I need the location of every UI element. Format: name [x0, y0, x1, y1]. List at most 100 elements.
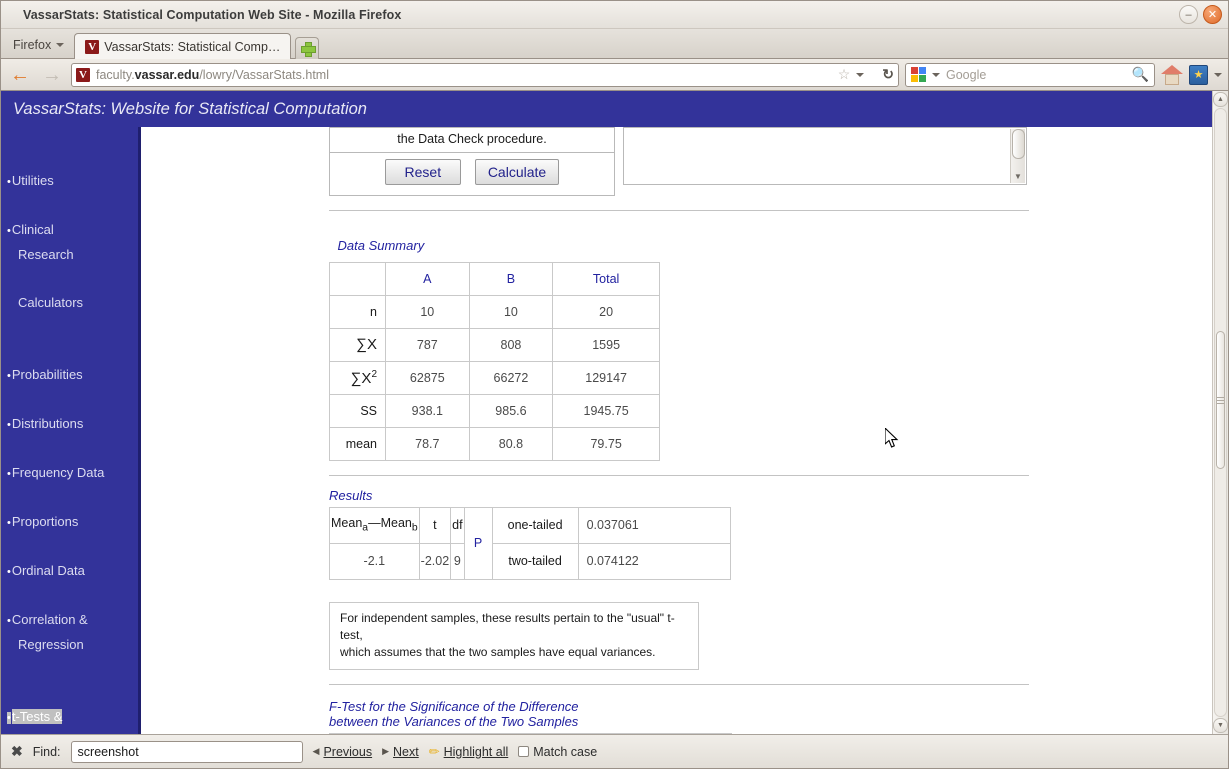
column-header-df1: df1	[329, 732, 423, 734]
sidebar-item-utilities[interactable]: •Utilities	[1, 145, 141, 194]
find-next-label: Next	[393, 744, 419, 759]
two-tailed-label: two-tailed	[491, 542, 579, 580]
form-hint-text: the Data Check procedure.	[330, 128, 614, 153]
chevron-down-icon[interactable]	[932, 72, 940, 77]
bullet-icon: •	[7, 566, 11, 578]
sidebar-item-distributions[interactable]: •Distributions	[1, 388, 141, 437]
cell-sumx2-b: 66272	[468, 360, 554, 395]
navigation-toolbar: ← → V faculty.vassar.edu/lowry/VassarSta…	[1, 59, 1228, 91]
vassar-favicon-icon: V	[85, 39, 100, 54]
cell-sumx-total: 1595	[552, 327, 660, 362]
site-banner-title: VassarStats: Website for Statistical Com…	[13, 99, 367, 118]
cell-sumx-a: 787	[385, 327, 470, 362]
sidebar-item-t-tests-procedures[interactable]: •t-Tests & •Procedures	[1, 681, 141, 734]
bullet-icon: •	[7, 370, 11, 382]
corner-cell	[329, 261, 386, 296]
cell-mean-b: 80.8	[468, 426, 554, 461]
find-next-button[interactable]: ▶ Next	[382, 745, 419, 759]
find-previous-label: Previous	[323, 744, 373, 759]
scrollbar-track[interactable]	[1214, 108, 1227, 717]
chevron-down-icon[interactable]	[856, 72, 865, 77]
find-previous-button[interactable]: ◀ Previous	[313, 745, 373, 759]
chevron-down-icon	[56, 43, 65, 47]
find-input-value: screenshot	[77, 744, 139, 759]
url-bar[interactable]: V faculty.vassar.edu/lowry/VassarStats.h…	[71, 62, 899, 87]
sidebar-item-label: Frequency Data	[11, 465, 105, 480]
form-buttons: Reset Calculate	[330, 153, 614, 195]
cell-ss-total: 1945.75	[552, 393, 660, 428]
highlighter-icon: ✏	[428, 743, 440, 759]
window-title: VassarStats: Statistical Computation Web…	[23, 7, 402, 22]
google-icon	[911, 67, 926, 82]
note-line-1: For independent samples, these results p…	[340, 610, 675, 642]
row-label-ss: SS	[329, 393, 386, 428]
page-content: VassarStats: Website for Statistical Com…	[1, 91, 1212, 734]
form-box: the Data Check procedure. Reset Calculat…	[329, 127, 615, 196]
sidebar-item-label-line2: Regression	[18, 637, 84, 652]
match-case-checkbox[interactable]: Match case	[518, 745, 597, 759]
search-bar[interactable]: Google 🔍	[905, 62, 1155, 87]
textarea-scrollbar[interactable]: ▼	[1010, 129, 1025, 183]
back-button[interactable]: ←	[7, 63, 33, 87]
browser-tab[interactable]: V VassarStats: Statistical Comp…	[74, 33, 292, 59]
column-header-a: A	[385, 261, 470, 296]
sidebar-item-label: Proportions	[11, 514, 79, 529]
sidebar-item-label: Clinical	[11, 222, 54, 237]
search-input[interactable]: Google	[946, 68, 1126, 82]
window-controls: – ✕	[1179, 5, 1222, 24]
two-tailed-value: 0.074122	[577, 542, 731, 580]
cell-sumx2-total: 129147	[552, 360, 660, 395]
data-textarea[interactable]: ▼	[623, 127, 1027, 185]
scrollbar-thumb[interactable]	[1011, 129, 1025, 159]
reset-button[interactable]: Reset	[384, 159, 461, 185]
bookmarks-icon[interactable]: ★	[1189, 64, 1208, 85]
sidebar-item-label-line3: Calculators	[18, 295, 84, 310]
scroll-down-icon[interactable]: ▼	[1014, 172, 1022, 183]
ftest-title-line-1: F-Test for the Significance of the Diffe…	[329, 698, 579, 714]
page-scrollbar[interactable]: ▲ ▼	[1212, 91, 1228, 734]
cell-mean-diff-value: -2.1	[329, 542, 420, 580]
site-identity-icon: V	[76, 67, 90, 82]
scroll-down-icon[interactable]: ▼	[1213, 718, 1228, 733]
row-label-sum-x-squared: ∑X2	[329, 360, 386, 395]
calculate-button[interactable]: Calculate	[474, 159, 560, 185]
home-icon[interactable]	[1161, 64, 1183, 85]
checkbox-icon[interactable]	[518, 746, 530, 757]
sidebar-item-clinical-research-calculators[interactable]: •Clinical Research Calculators	[1, 194, 141, 339]
cell-n-a: 10	[385, 294, 470, 329]
close-button[interactable]: ✕	[1203, 5, 1222, 24]
sidebar-item-frequency-data[interactable]: •Frequency Data	[1, 437, 141, 486]
new-tab-button[interactable]	[295, 37, 320, 59]
sidebar-item-proportions[interactable]: •Proportions	[1, 486, 141, 535]
highlight-all-button[interactable]: ✏ Highlight all	[429, 744, 509, 760]
forward-button[interactable]: →	[39, 63, 65, 87]
bookmark-star-icon[interactable]: ☆	[838, 66, 851, 83]
results-table: Meana—Meanb t df P one-tailed 0.037061 -…	[329, 506, 731, 580]
minimize-button[interactable]: –	[1179, 5, 1198, 24]
table-row: n 10 10 20	[329, 294, 660, 329]
one-tailed-label: one-tailed	[491, 506, 579, 544]
cell-df-value: 9	[450, 542, 465, 580]
sidebar-item-ordinal-data[interactable]: •Ordinal Data	[1, 535, 141, 584]
close-findbar-icon[interactable]: ✖	[11, 743, 23, 760]
cell-ss-b: 985.6	[468, 393, 554, 428]
bullet-icon: •	[7, 615, 11, 627]
reload-icon[interactable]: ↻	[882, 66, 894, 83]
scrollbar-thumb[interactable]	[1216, 331, 1225, 469]
bullet-icon: •	[7, 517, 11, 529]
find-input[interactable]: screenshot	[70, 740, 303, 763]
sidebar-item-correlation-regression[interactable]: •Correlation & Regression	[1, 584, 141, 681]
table-caption-row: Data Summary	[329, 229, 660, 263]
table-row: SS 938.1 985.6 1945.75	[329, 393, 660, 428]
search-icon[interactable]: 🔍	[1132, 66, 1149, 83]
cell-sumx-b: 808	[468, 327, 554, 362]
column-header-b: B	[468, 261, 554, 296]
sidebar-item-probabilities[interactable]: •Probabilities	[1, 339, 141, 388]
scroll-up-icon[interactable]: ▲	[1213, 92, 1228, 107]
sidebar-item-label: Probabilities	[11, 367, 83, 382]
firefox-menu-button[interactable]: Firefox	[7, 38, 74, 58]
ftest-title: F-Test for the Significance of the Diffe…	[329, 699, 1212, 729]
sidebar-navigation: •Utilities •Clinical Research Calculator…	[1, 127, 141, 734]
chevron-down-icon[interactable]	[1214, 72, 1222, 77]
browser-window: VassarStats: Statistical Computation Web…	[0, 0, 1229, 769]
